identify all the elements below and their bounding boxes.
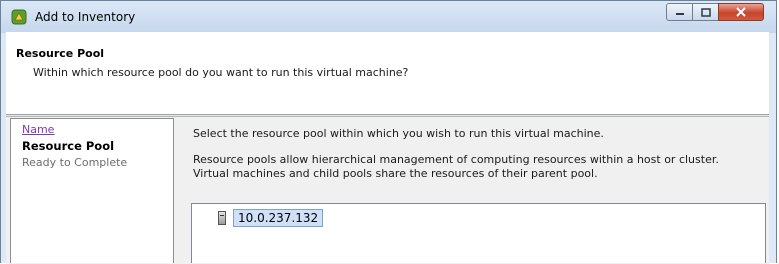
step-name-link[interactable]: Name xyxy=(22,123,54,136)
add-to-inventory-app-icon xyxy=(11,9,27,25)
tree-item-label[interactable]: 10.0.237.132 xyxy=(233,209,324,227)
maximize-button[interactable] xyxy=(692,3,719,21)
window-title: Add to Inventory xyxy=(35,10,136,24)
page-subtitle: Within which resource pool do you want t… xyxy=(33,66,409,79)
description-text: Resource pools allow hierarchical manage… xyxy=(193,153,719,180)
close-button[interactable] xyxy=(718,3,764,21)
page-title: Resource Pool xyxy=(16,47,105,60)
maximize-icon xyxy=(700,7,711,17)
instruction-text: Select the resource pool within which yo… xyxy=(193,127,604,140)
minimize-button[interactable] xyxy=(666,3,693,21)
wizard-header: Resource Pool Within which resource pool… xyxy=(6,32,769,115)
close-icon xyxy=(736,7,746,17)
step-resource-pool: Resource Pool xyxy=(22,139,115,153)
host-icon xyxy=(218,211,226,225)
step-ready-to-complete: Ready to Complete xyxy=(22,156,128,169)
resource-pool-tree[interactable]: 10.0.237.132 xyxy=(191,203,766,263)
minimize-icon xyxy=(675,13,684,15)
tree-item-host[interactable]: 10.0.237.132 xyxy=(218,209,324,227)
title-bar[interactable]: Add to Inventory xyxy=(1,1,776,33)
